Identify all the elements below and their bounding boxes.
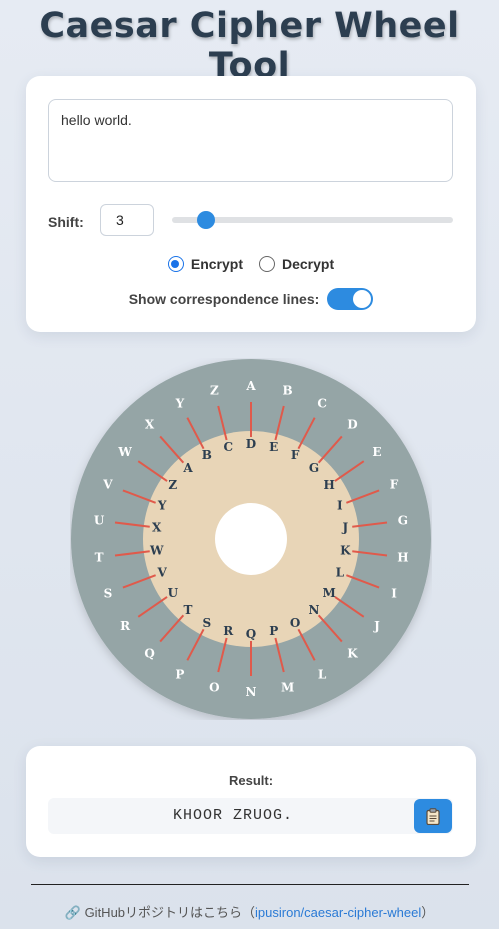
outer-letter: K	[347, 647, 358, 661]
outer-letter: W	[117, 445, 132, 459]
inner-letter: S	[203, 616, 212, 630]
center-hole	[215, 503, 287, 575]
decrypt-radio[interactable]	[258, 256, 275, 272]
outer-letter: B	[283, 383, 293, 397]
inner-letter: V	[157, 566, 168, 580]
inner-letter: T	[184, 603, 193, 617]
inner-letter: B	[202, 448, 212, 462]
outer-letter: O	[209, 681, 219, 695]
inner-letter: K	[340, 543, 351, 557]
outer-letter: V	[102, 478, 113, 492]
plaintext-input[interactable]: hello world.	[48, 99, 453, 182]
lines-toggle-label: Show correspondence lines:	[128, 291, 320, 307]
outer-letter: F	[390, 478, 399, 492]
inner-letter: H	[324, 478, 335, 492]
inner-letter: U	[168, 586, 179, 600]
shift-input[interactable]	[100, 204, 154, 236]
inner-letter: I	[337, 498, 343, 512]
outer-letter: I	[391, 586, 397, 600]
inner-letter: Q	[246, 627, 256, 641]
mode-selector: Encrypt Decrypt	[26, 256, 476, 272]
outer-letter: P	[175, 667, 184, 681]
footer-prefix: GitHubリポジトリはこちら（	[84, 905, 256, 920]
inner-letter: Z	[168, 478, 177, 492]
outer-letter: X	[145, 417, 155, 431]
decrypt-label: Decrypt	[281, 256, 335, 272]
inner-letter: C	[223, 440, 233, 454]
result-box: KHOOR ZRUOG.	[48, 798, 453, 834]
outer-letter: E	[372, 445, 381, 459]
outer-letter: S	[104, 586, 113, 600]
cipher-wheel: ABCDEFGHIJKLMNOPQRSTUVWXYZ DEFGHIJKLMNOP…	[70, 358, 432, 720]
link-icon: 🔗	[64, 905, 81, 920]
shift-label: Shift:	[48, 214, 84, 230]
inner-letter: P	[269, 624, 278, 638]
shift-slider[interactable]	[172, 211, 453, 229]
inner-letter: R	[223, 624, 234, 638]
shift-slider-thumb[interactable]	[196, 211, 215, 229]
controls-card: hello world. Shift: Encrypt Decrypt Show…	[26, 76, 476, 332]
inner-letter: A	[182, 461, 193, 475]
lines-toggle-row: Show correspondence lines:	[26, 288, 476, 310]
outer-letter: Z	[210, 383, 219, 397]
outer-letter: T	[95, 550, 104, 564]
encrypt-label: Encrypt	[190, 256, 243, 272]
outer-letter: Q	[144, 647, 154, 661]
outer-letter: U	[94, 514, 105, 528]
inner-letter: N	[309, 603, 320, 617]
inner-letter: M	[323, 586, 336, 600]
footer: 🔗 GitHubリポジトリはこちら（ipusiron/caesar-cipher…	[0, 902, 499, 921]
inner-letter: F	[291, 448, 300, 462]
inner-letter: X	[152, 521, 162, 535]
outer-letter: M	[281, 681, 294, 695]
outer-letter: C	[317, 397, 327, 411]
clipboard-icon	[426, 807, 440, 825]
lines-toggle-switch[interactable]	[327, 288, 374, 310]
page-title: Caesar Cipher Wheel Tool	[39, 6, 460, 86]
inner-letter: J	[341, 521, 348, 535]
github-link[interactable]: ipusiron/caesar-cipher-wheel	[255, 905, 421, 920]
outer-letter: J	[373, 619, 380, 633]
outer-letter: Y	[175, 397, 185, 411]
decrypt-option[interactable]: Decrypt	[258, 256, 335, 272]
footer-suffix: ）	[421, 905, 435, 920]
outer-letter: D	[347, 417, 357, 431]
encrypt-option[interactable]: Encrypt	[167, 256, 243, 272]
inner-letter: Y	[157, 498, 167, 512]
outer-letter: N	[246, 685, 257, 699]
result-card: Result: KHOOR ZRUOG.	[26, 746, 476, 857]
outer-letter: R	[120, 619, 131, 633]
result-label: Result:	[228, 773, 274, 788]
inner-letter: O	[290, 616, 300, 630]
outer-letter: L	[318, 667, 327, 681]
footer-divider	[31, 884, 469, 885]
inner-letter: D	[246, 437, 256, 451]
outer-letter: A	[245, 379, 256, 393]
result-text: KHOOR ZRUOG.	[172, 807, 294, 824]
inner-letter: E	[269, 440, 278, 454]
cipher-wheel-svg: A BCDEFGHIJKLMNOPQRSTUVWXYZ D EFGHIJKLMNOP…	[71, 359, 431, 719]
copy-button[interactable]	[414, 799, 452, 833]
outer-letter: G	[398, 514, 408, 528]
inner-letter: L	[336, 566, 345, 580]
inner-letter: G	[309, 461, 319, 475]
encrypt-radio[interactable]	[167, 256, 184, 272]
toggle-knob	[353, 290, 372, 308]
outer-letter: H	[397, 550, 408, 564]
inner-letter: W	[149, 543, 164, 557]
